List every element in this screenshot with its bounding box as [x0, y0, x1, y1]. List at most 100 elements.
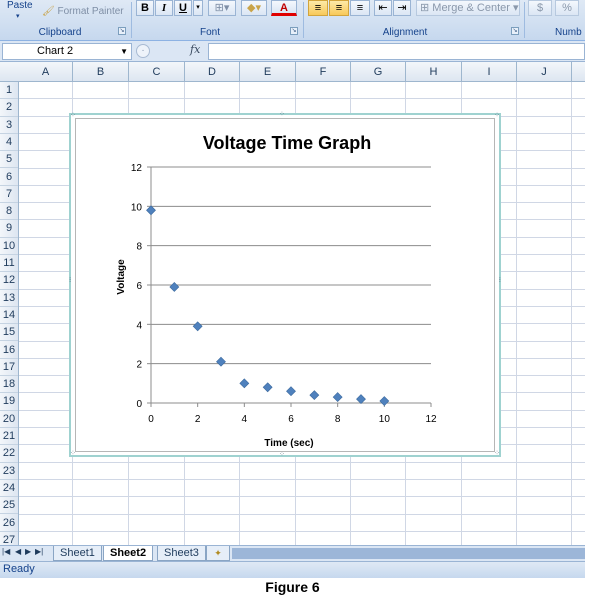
y-tick-label: 10	[131, 202, 143, 213]
merge-center-button[interactable]: ⊞ Merge & Center ▾	[416, 0, 520, 16]
insert-function-button[interactable]: fx	[190, 43, 200, 56]
row-header-18[interactable]: 18	[0, 376, 18, 394]
fill-color-button[interactable]: ◆▾	[241, 0, 267, 16]
insert-sheet-icon[interactable]: ✦	[206, 546, 230, 561]
align-left-button[interactable]: ≡	[308, 0, 328, 16]
format-painter-button[interactable]: 🖌 Format Painter	[42, 6, 124, 17]
font-group-label: Font	[199, 27, 220, 38]
horizontal-scrollbar[interactable]	[232, 548, 585, 559]
grid-line	[516, 82, 517, 545]
alignment-launcher-icon[interactable]: ↘	[511, 27, 519, 35]
row-header-15[interactable]: 15	[0, 324, 18, 342]
row-header-17[interactable]: 17	[0, 359, 18, 377]
row-header-25[interactable]: 25	[0, 497, 18, 515]
row-header-27[interactable]: 27	[0, 532, 18, 545]
currency-button[interactable]: $	[528, 0, 552, 16]
ribbon: Paste ▾ 🖌 Format Painter Clipboard ↘ B I…	[0, 0, 585, 41]
y-tick-label: 12	[131, 163, 143, 174]
data-point	[332, 392, 343, 403]
chart-object[interactable]: ⁘ ⁘ ⁘ ⁝ ⁝ ⁘ ⁘ ⁘ Voltage Time Graph 0 2 4 6 8 1…	[69, 111, 501, 458]
row-header-22[interactable]: 22	[0, 445, 18, 463]
row-header-1[interactable]: 1	[0, 82, 18, 100]
format-painter-icon: 🖌	[42, 6, 55, 17]
underline-button[interactable]: U	[174, 0, 192, 16]
row-header-2[interactable]: 2	[0, 99, 18, 117]
last-sheet-icon[interactable]: ▶|	[35, 547, 43, 556]
alignment-group-label: Alignment	[382, 27, 428, 38]
row-header-3[interactable]: 3	[0, 117, 18, 134]
format-painter-label: Format Painter	[57, 6, 124, 17]
sheet-tab-sheet3[interactable]: Sheet3	[157, 546, 206, 561]
row-header-26[interactable]: 26	[0, 515, 18, 532]
resize-handle[interactable]: ⁝	[69, 277, 71, 284]
column-header-c[interactable]: C	[129, 62, 185, 82]
sheet-tab-sheet1[interactable]: Sheet1	[53, 546, 102, 561]
row-header-20[interactable]: 20	[0, 411, 18, 428]
column-header-b[interactable]: B	[73, 62, 129, 82]
grid-line	[19, 478, 585, 480]
data-point	[192, 321, 203, 332]
row-header-4[interactable]: 4	[0, 134, 18, 152]
row-header-5[interactable]: 5	[0, 151, 18, 169]
bold-button[interactable]: B	[136, 0, 154, 16]
row-header-23[interactable]: 23	[0, 463, 18, 480]
row-header-24[interactable]: 24	[0, 480, 18, 498]
sheet-tabs-bar: |◀ ◀ ▶ ▶| Sheet1 Sheet2 Sheet3 ✦	[0, 545, 585, 561]
column-header-i[interactable]: I	[462, 62, 517, 82]
grid-line	[571, 82, 572, 545]
row-header-13[interactable]: 13	[0, 290, 18, 307]
row-header-11[interactable]: 11	[0, 255, 18, 273]
sheet-tab-sheet2[interactable]: Sheet2	[103, 546, 154, 561]
figure-caption: Figure 6	[265, 579, 320, 595]
name-box-dropdown-icon[interactable]: ▼	[120, 44, 128, 59]
column-header-d[interactable]: D	[185, 62, 240, 82]
row-header-8[interactable]: 8	[0, 203, 18, 221]
italic-button[interactable]: I	[155, 0, 173, 16]
column-header-f[interactable]: F	[296, 62, 351, 82]
percent-button[interactable]: %	[555, 0, 579, 16]
row-header-7[interactable]: 7	[0, 186, 18, 204]
row-header-16[interactable]: 16	[0, 342, 18, 359]
paste-dropdown-icon[interactable]: ▾	[16, 12, 20, 20]
font-launcher-icon[interactable]: ↘	[290, 27, 298, 35]
column-header-h[interactable]: H	[406, 62, 462, 82]
font-color-button[interactable]: A	[271, 0, 297, 16]
formula-cancel-icon[interactable]: ·	[136, 44, 150, 58]
first-sheet-icon[interactable]: |◀	[2, 547, 10, 556]
x-tick-label: 6	[288, 414, 294, 425]
column-header-j[interactable]: J	[517, 62, 572, 82]
grid-line	[19, 461, 585, 463]
resize-handle[interactable]: ⁝	[499, 277, 501, 284]
y-axis-label: Voltage	[116, 259, 127, 295]
align-center-button[interactable]: ≡	[329, 0, 349, 16]
y-tick-label: 2	[136, 360, 142, 371]
row-header-21[interactable]: 21	[0, 428, 18, 446]
row-header-12[interactable]: 12	[0, 272, 18, 290]
row-header-19[interactable]: 19	[0, 393, 18, 411]
increase-indent-button[interactable]: ⇥	[393, 0, 411, 16]
name-box[interactable]: Chart 2 ▼	[2, 43, 132, 60]
chart-title: Voltage Time Graph	[203, 133, 371, 153]
align-right-button[interactable]: ≡	[350, 0, 370, 16]
underline-dropdown-icon[interactable]: ▾	[193, 0, 203, 16]
column-header-g[interactable]: G	[351, 62, 406, 82]
row-header-9[interactable]: 9	[0, 220, 18, 238]
grid-line	[19, 496, 585, 498]
column-header-e[interactable]: E	[240, 62, 296, 82]
data-point	[239, 378, 250, 389]
column-header-a[interactable]: A	[19, 62, 73, 82]
chart-area[interactable]: Voltage Time Graph 0 2 4 6 8 10 12 0 2 4 6 8 10 12 Time…	[75, 118, 495, 452]
scatter-chart[interactable]: Voltage Time Graph 0 2 4 6 8 10 12 0 2 4 6 8 10 12 Time…	[76, 119, 496, 453]
next-sheet-icon[interactable]: ▶	[25, 547, 31, 556]
paste-button[interactable]: Paste	[7, 0, 33, 11]
prev-sheet-icon[interactable]: ◀	[15, 547, 21, 556]
row-header-6[interactable]: 6	[0, 169, 18, 186]
data-point	[146, 205, 156, 216]
row-header-10[interactable]: 10	[0, 238, 18, 255]
borders-button[interactable]: ⊞▾	[208, 0, 236, 16]
formula-bar: Chart 2 ▼ · fx	[0, 41, 585, 62]
decrease-indent-button[interactable]: ⇤	[374, 0, 392, 16]
row-header-14[interactable]: 14	[0, 307, 18, 325]
formula-input[interactable]	[208, 43, 585, 60]
clipboard-launcher-icon[interactable]: ↘	[118, 27, 126, 35]
